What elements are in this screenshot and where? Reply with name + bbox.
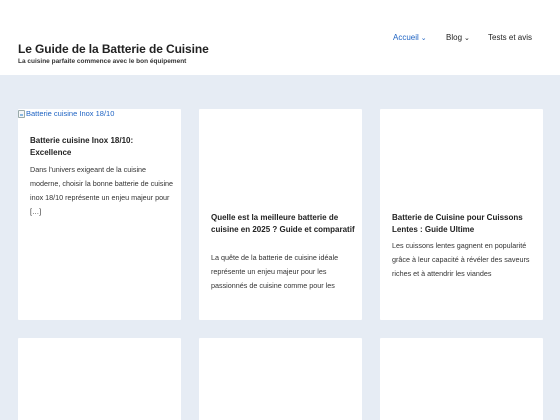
chevron-down-icon: ⌄ — [420, 35, 427, 42]
post-card[interactable] — [199, 338, 362, 420]
nav-item-label: Blog — [446, 33, 463, 42]
post-card[interactable]: Quelle est la meilleure batterie de cuis… — [199, 109, 362, 320]
post-excerpt: La quête de la batterie de cuisine idéal… — [211, 253, 339, 290]
site-header: Le Guide de la Batterie de Cuisine La cu… — [0, 0, 560, 75]
post-excerpt: Dans l'univers exigeant de la cuisine mo… — [30, 165, 174, 216]
post-title[interactable]: Batterie cuisine Inox 18/10: Excellence — [30, 135, 175, 159]
nav-item-accueil[interactable]: Accueil ⌄ — [393, 33, 427, 42]
post-thumbnail-alt: Batterie cuisine Inox 18/10 — [26, 109, 115, 118]
nav-item-tests-et-avis[interactable]: Tests et avis — [488, 33, 532, 42]
post-title[interactable]: Quelle est la meilleure batterie de cuis… — [211, 212, 356, 236]
broken-image-icon — [18, 109, 25, 118]
nav-item-label: Accueil — [393, 33, 419, 42]
post-thumbnail[interactable]: Batterie cuisine Inox 18/10 — [18, 109, 114, 118]
post-card[interactable] — [380, 338, 543, 420]
site-title[interactable]: Le Guide de la Batterie de Cuisine — [18, 42, 209, 56]
chevron-down-icon: ⌄ — [464, 35, 470, 42]
post-card[interactable]: Batterie cuisine Inox 18/10 Batterie cui… — [18, 109, 181, 320]
post-excerpt: Les cuissons lentes gagnent en popularit… — [392, 241, 530, 278]
site-tagline: La cuisine parfaite commence avec le bon… — [18, 58, 187, 65]
post-title[interactable]: Batterie de Cuisine pour Cuissons Lentes… — [392, 212, 537, 236]
post-card[interactable] — [18, 338, 181, 420]
nav-item-blog[interactable]: Blog ⌄ — [446, 33, 470, 42]
nav-item-label: Tests et avis — [488, 33, 533, 42]
post-card[interactable]: Batterie de Cuisine pour Cuissons Lentes… — [380, 109, 543, 320]
